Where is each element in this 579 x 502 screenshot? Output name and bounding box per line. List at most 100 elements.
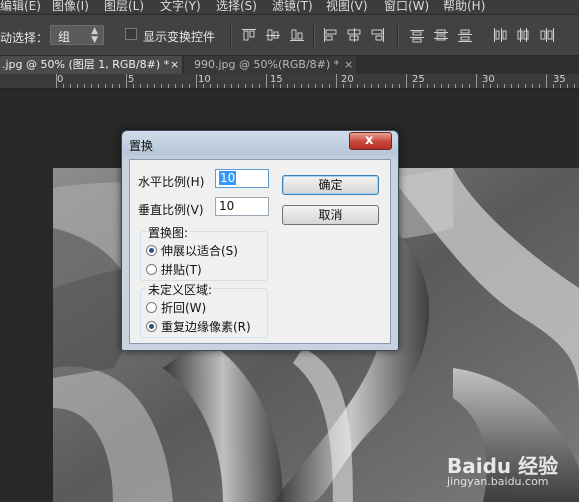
menu-filter[interactable]: 滤镜(T) (272, 0, 313, 14)
ruler-tick (441, 84, 442, 88)
ruler-tick (553, 84, 554, 88)
ruler-tick (399, 84, 400, 88)
ruler-tick (63, 84, 64, 88)
align-horizontal-center-icon[interactable] (345, 26, 363, 44)
ruler-tick (378, 84, 379, 88)
radio-selected-icon[interactable] (146, 245, 157, 256)
ruler-number: 10 (198, 74, 211, 85)
ruler-tick (56, 74, 57, 88)
ruler-tick (476, 74, 477, 88)
ruler-tick (567, 84, 568, 88)
tab-layer-document[interactable]: .jpg @ 50% (图层 1, RGB/8#) * × (0, 56, 182, 74)
ruler-tick (546, 74, 547, 88)
ruler-tick (231, 84, 232, 88)
ruler-tick (448, 84, 449, 88)
ruler-tick (329, 84, 330, 88)
ruler-tick (112, 84, 113, 88)
ruler-tick (245, 84, 246, 88)
dropdown-arrows-icon: ▲ ▼ (91, 26, 98, 45)
distribute-right-icon[interactable] (538, 26, 556, 44)
distribute-vertical-center-icon[interactable] (432, 26, 450, 44)
vertical-scale-value: 10 (219, 199, 235, 213)
ruler-tick (427, 84, 428, 88)
align-top-icon[interactable] (240, 26, 258, 44)
ruler-tick (196, 74, 197, 88)
stretch-to-fit-label: 伸展以适合(S) (161, 244, 238, 258)
ruler-tick (182, 84, 183, 88)
ruler-tick (308, 84, 309, 88)
options-separator (397, 25, 399, 47)
options-bar: 动选择： 组 ▲ ▼ 显示变换控件 (0, 15, 579, 56)
watermark-url: jingyan.baidu.com (447, 475, 549, 488)
distribute-bottom-icon[interactable] (456, 26, 474, 44)
align-left-icon[interactable] (321, 26, 339, 44)
menu-help[interactable]: 帮助(H) (443, 0, 485, 14)
menu-bar: 编辑(E) 图像(I) 图层(L) 文字(Y) 选择(S) 滤镜(T) 视图(V… (0, 0, 579, 15)
repeat-edge-pixels-option[interactable]: 重复边缘像素(R) (146, 318, 251, 335)
ruler-tick (203, 84, 204, 88)
tab-close-icon[interactable]: × (344, 56, 353, 73)
menu-image[interactable]: 图像(I) (52, 0, 89, 14)
ruler-tick (574, 84, 575, 88)
auto-select-dropdown[interactable]: 组 ▲ ▼ (50, 25, 104, 45)
ruler-tick (287, 84, 288, 88)
horizontal-scale-label: 水平比例(H) (138, 175, 205, 189)
wrap-around-option[interactable]: 折回(W) (146, 299, 206, 316)
tab-990-document[interactable]: 990.jpg @ 50%(RGB/8#) * × (184, 56, 356, 74)
distribute-top-icon[interactable] (408, 26, 426, 44)
horizontal-scale-input[interactable]: 10 (215, 169, 269, 188)
ruler-tick (259, 84, 260, 88)
align-bottom-icon[interactable] (288, 26, 306, 44)
ruler-tick (161, 84, 162, 88)
cancel-button[interactable]: 取消 (282, 205, 379, 225)
menu-edit[interactable]: 编辑(E) (0, 0, 41, 14)
vertical-scale-input[interactable]: 10 (215, 197, 269, 216)
ruler-tick (224, 84, 225, 88)
ruler-tick (364, 84, 365, 88)
radio-unselected-icon[interactable] (146, 302, 157, 313)
menu-type[interactable]: 文字(Y) (160, 0, 201, 14)
distribute-horizontal-center-icon[interactable] (514, 26, 532, 44)
radio-selected-icon[interactable] (146, 321, 157, 332)
vertical-scale-label: 垂直比例(V) (138, 203, 204, 217)
displacement-map-group: 置换图: 伸展以适合(S) 拼贴(T) (140, 224, 268, 281)
ruler-tick (315, 84, 316, 88)
horizontal-scale-value: 10 (219, 171, 237, 185)
ruler-tick (77, 84, 78, 88)
tile-option[interactable]: 拼贴(T) (146, 261, 202, 278)
ruler-tick (266, 74, 267, 88)
displacement-map-title: 置换图: (146, 224, 191, 241)
ruler-tick (518, 84, 519, 88)
ok-button[interactable]: 确定 (282, 175, 379, 195)
options-separator (230, 25, 232, 47)
ruler-tick (371, 84, 372, 88)
ruler-tick (133, 84, 134, 88)
stretch-to-fit-option[interactable]: 伸展以适合(S) (146, 242, 238, 259)
menu-layer[interactable]: 图层(L) (104, 0, 144, 14)
ruler-tick (406, 74, 407, 88)
ruler-tick (252, 84, 253, 88)
tile-label: 拼贴(T) (161, 263, 202, 277)
ruler-tick (84, 84, 85, 88)
align-right-icon[interactable] (369, 26, 387, 44)
ruler-tick (301, 84, 302, 88)
distribute-left-icon[interactable] (490, 26, 508, 44)
show-transform-checkbox[interactable] (125, 28, 137, 40)
undefined-areas-title: 未定义区域: (146, 281, 215, 298)
tab-close-icon[interactable]: × (170, 56, 179, 73)
radio-unselected-icon[interactable] (146, 264, 157, 275)
ruler-tick (98, 84, 99, 88)
menu-view[interactable]: 视图(V) (326, 0, 368, 14)
menu-window[interactable]: 窗口(W) (384, 0, 429, 14)
ruler-tick (525, 84, 526, 88)
ruler-tick (469, 84, 470, 88)
ruler-tick (343, 84, 344, 88)
dialog-close-button[interactable]: x (349, 132, 392, 150)
menu-select[interactable]: 选择(S) (216, 0, 257, 14)
ruler-tick (420, 84, 421, 88)
ruler-tick (490, 84, 491, 88)
undefined-areas-group: 未定义区域: 折回(W) 重复边缘像素(R) (140, 281, 268, 338)
ruler-tick (154, 84, 155, 88)
ruler-tick (392, 84, 393, 88)
align-vertical-center-icon[interactable] (264, 26, 282, 44)
